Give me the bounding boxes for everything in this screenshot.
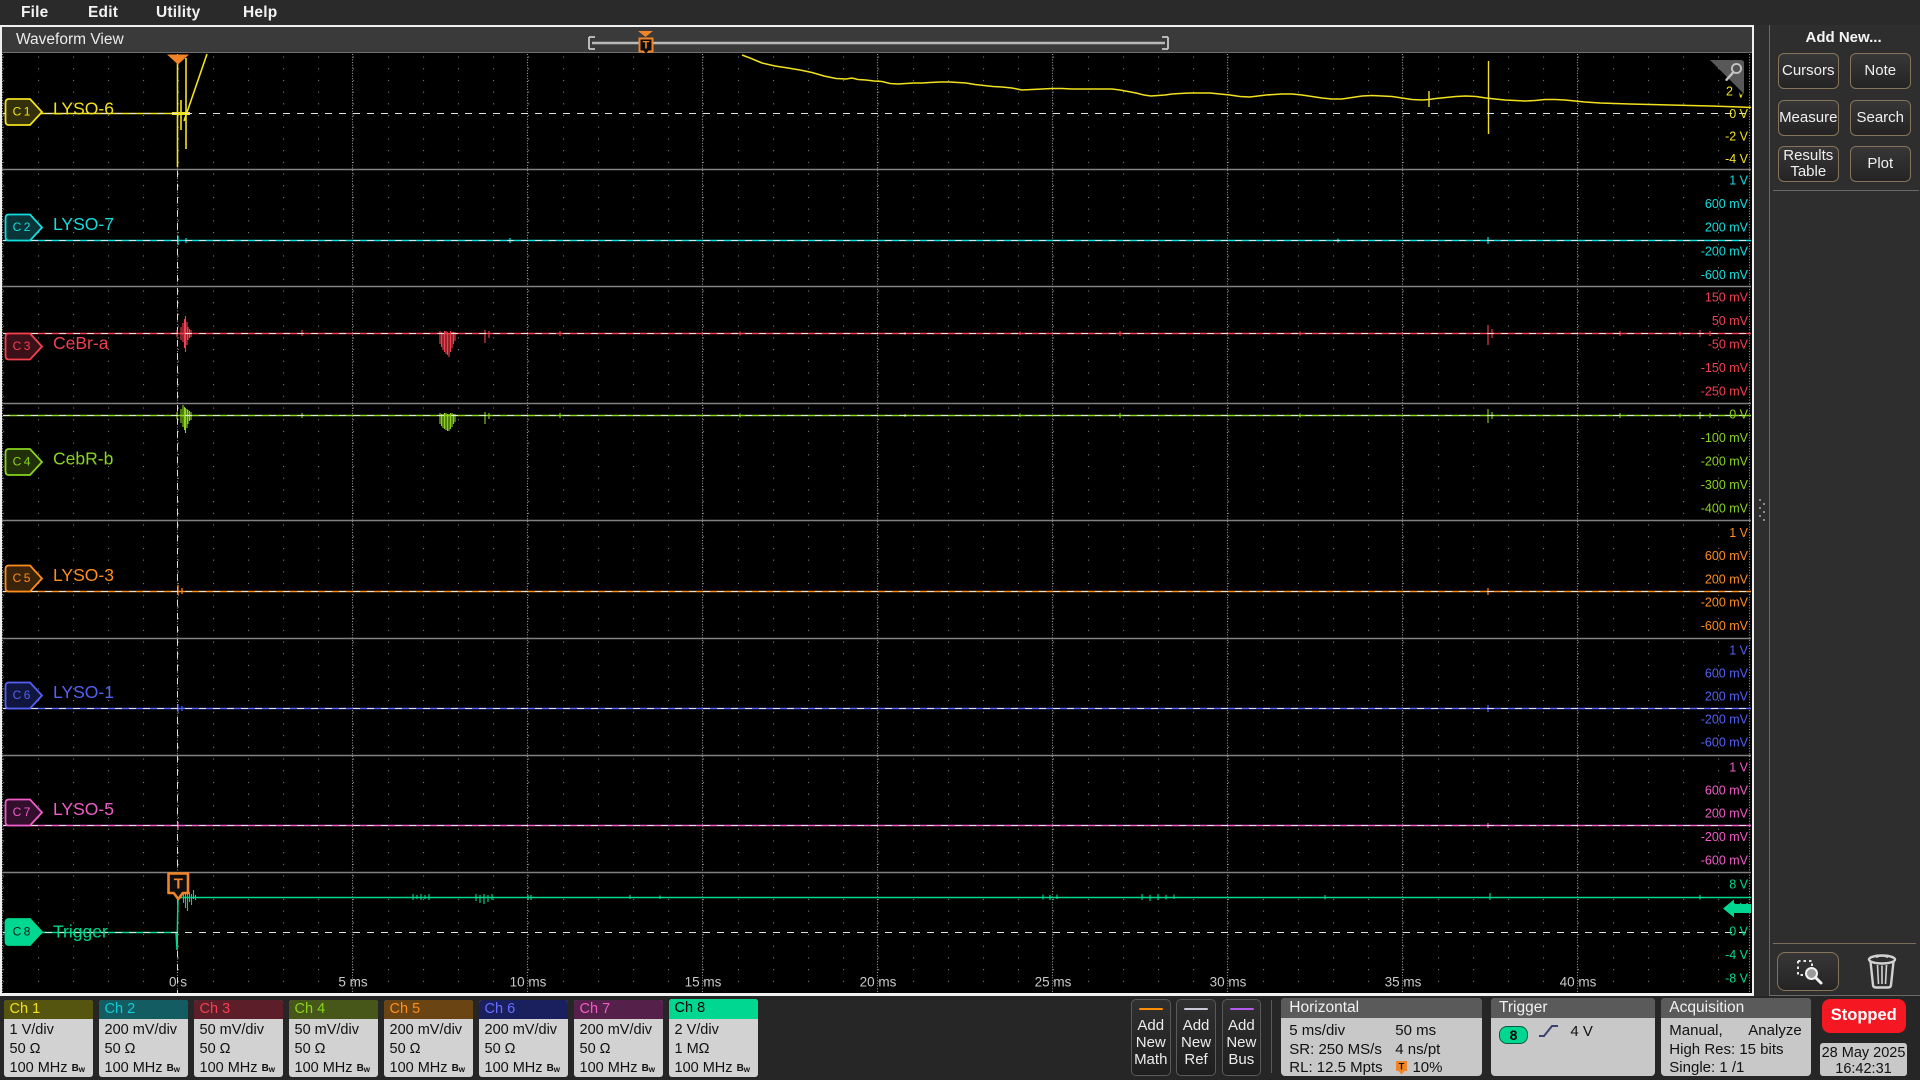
svg-text:30 ms: 30 ms [1210, 975, 1247, 990]
svg-text:T: T [1399, 1062, 1405, 1072]
svg-text:LYSO-3: LYSO-3 [53, 565, 114, 585]
svg-text:10 ms: 10 ms [510, 975, 547, 990]
svg-text:T: T [174, 876, 183, 893]
svg-text:15 ms: 15 ms [685, 975, 722, 990]
svg-text:C 8: C 8 [13, 925, 31, 939]
svg-text:20 ms: 20 ms [860, 975, 897, 990]
svg-text:C 3: C 3 [13, 339, 31, 353]
svg-text:35 ms: 35 ms [1385, 975, 1422, 990]
svg-text:1 V: 1 V [1729, 760, 1748, 774]
svg-text:40 ms: 40 ms [1560, 975, 1597, 990]
svg-text:-600 mV: -600 mV [1701, 268, 1749, 282]
svg-text:-150 mV: -150 mV [1701, 361, 1749, 375]
svg-text:LYSO-1: LYSO-1 [53, 682, 114, 702]
svg-text:200 mV: 200 mV [1705, 689, 1749, 703]
svg-text:-200 mV: -200 mV [1701, 712, 1749, 726]
svg-text:LYSO-7: LYSO-7 [53, 214, 114, 234]
svg-text:-200 mV: -200 mV [1701, 454, 1749, 468]
svg-text:25 ms: 25 ms [1035, 975, 1072, 990]
svg-text:-300 mV: -300 mV [1701, 478, 1749, 492]
svg-text:600 mV: 600 mV [1705, 666, 1749, 680]
svg-text:600 mV: 600 mV [1705, 197, 1749, 211]
svg-text:-8 V: -8 V [1725, 971, 1749, 985]
svg-text:1 V: 1 V [1729, 173, 1748, 187]
svg-text:C 5: C 5 [13, 571, 31, 585]
svg-text:C 4: C 4 [13, 455, 31, 469]
svg-text:8 V: 8 V [1729, 877, 1748, 891]
svg-text:-4 V: -4 V [1725, 948, 1749, 962]
svg-text:-2 V: -2 V [1725, 129, 1749, 143]
svg-text:-250 mV: -250 mV [1701, 384, 1749, 398]
svg-text:200 mV: 200 mV [1705, 806, 1749, 820]
svg-text:50 mV: 50 mV [1712, 314, 1749, 328]
svg-text:-50 mV: -50 mV [1708, 337, 1749, 351]
svg-text:0 V: 0 V [1729, 407, 1748, 421]
svg-text:1 V: 1 V [1729, 526, 1748, 540]
svg-text:-600 mV: -600 mV [1701, 619, 1749, 633]
svg-text:0 V: 0 V [1729, 924, 1748, 938]
svg-text:-400 mV: -400 mV [1701, 501, 1749, 515]
svg-text:CeBr-a: CeBr-a [53, 333, 109, 353]
svg-text:C 2: C 2 [13, 220, 31, 234]
svg-text:Trigger: Trigger [53, 922, 108, 942]
svg-text:5 ms: 5 ms [338, 975, 368, 990]
svg-text:600 mV: 600 mV [1705, 783, 1749, 797]
svg-text:-4 V: -4 V [1725, 152, 1749, 166]
svg-text:-600 mV: -600 mV [1701, 853, 1749, 867]
svg-text:4 V: 4 V [1729, 901, 1748, 915]
svg-text:C 7: C 7 [13, 805, 31, 819]
svg-text:-600 mV: -600 mV [1701, 735, 1749, 749]
svg-text:LYSO-5: LYSO-5 [53, 799, 114, 819]
svg-text:0 s: 0 s [169, 975, 187, 990]
svg-text:0 V: 0 V [1729, 107, 1748, 121]
svg-text:CebR-b: CebR-b [53, 449, 113, 469]
svg-text:200 mV: 200 mV [1705, 572, 1749, 586]
svg-text:1 V: 1 V [1729, 643, 1748, 657]
svg-text:600 mV: 600 mV [1705, 549, 1749, 563]
svg-text:2: 2 [1726, 84, 1733, 98]
svg-text:150 mV: 150 mV [1705, 290, 1749, 304]
svg-text:LYSO-6: LYSO-6 [53, 99, 114, 119]
svg-text:-200 mV: -200 mV [1701, 595, 1749, 609]
svg-text:200 mV: 200 mV [1705, 220, 1749, 234]
svg-text:C 1: C 1 [13, 105, 31, 119]
svg-text:-100 mV: -100 mV [1701, 431, 1749, 445]
svg-text:-200 mV: -200 mV [1701, 830, 1749, 844]
svg-text:C 6: C 6 [13, 688, 31, 702]
svg-text:-200 mV: -200 mV [1701, 244, 1749, 258]
